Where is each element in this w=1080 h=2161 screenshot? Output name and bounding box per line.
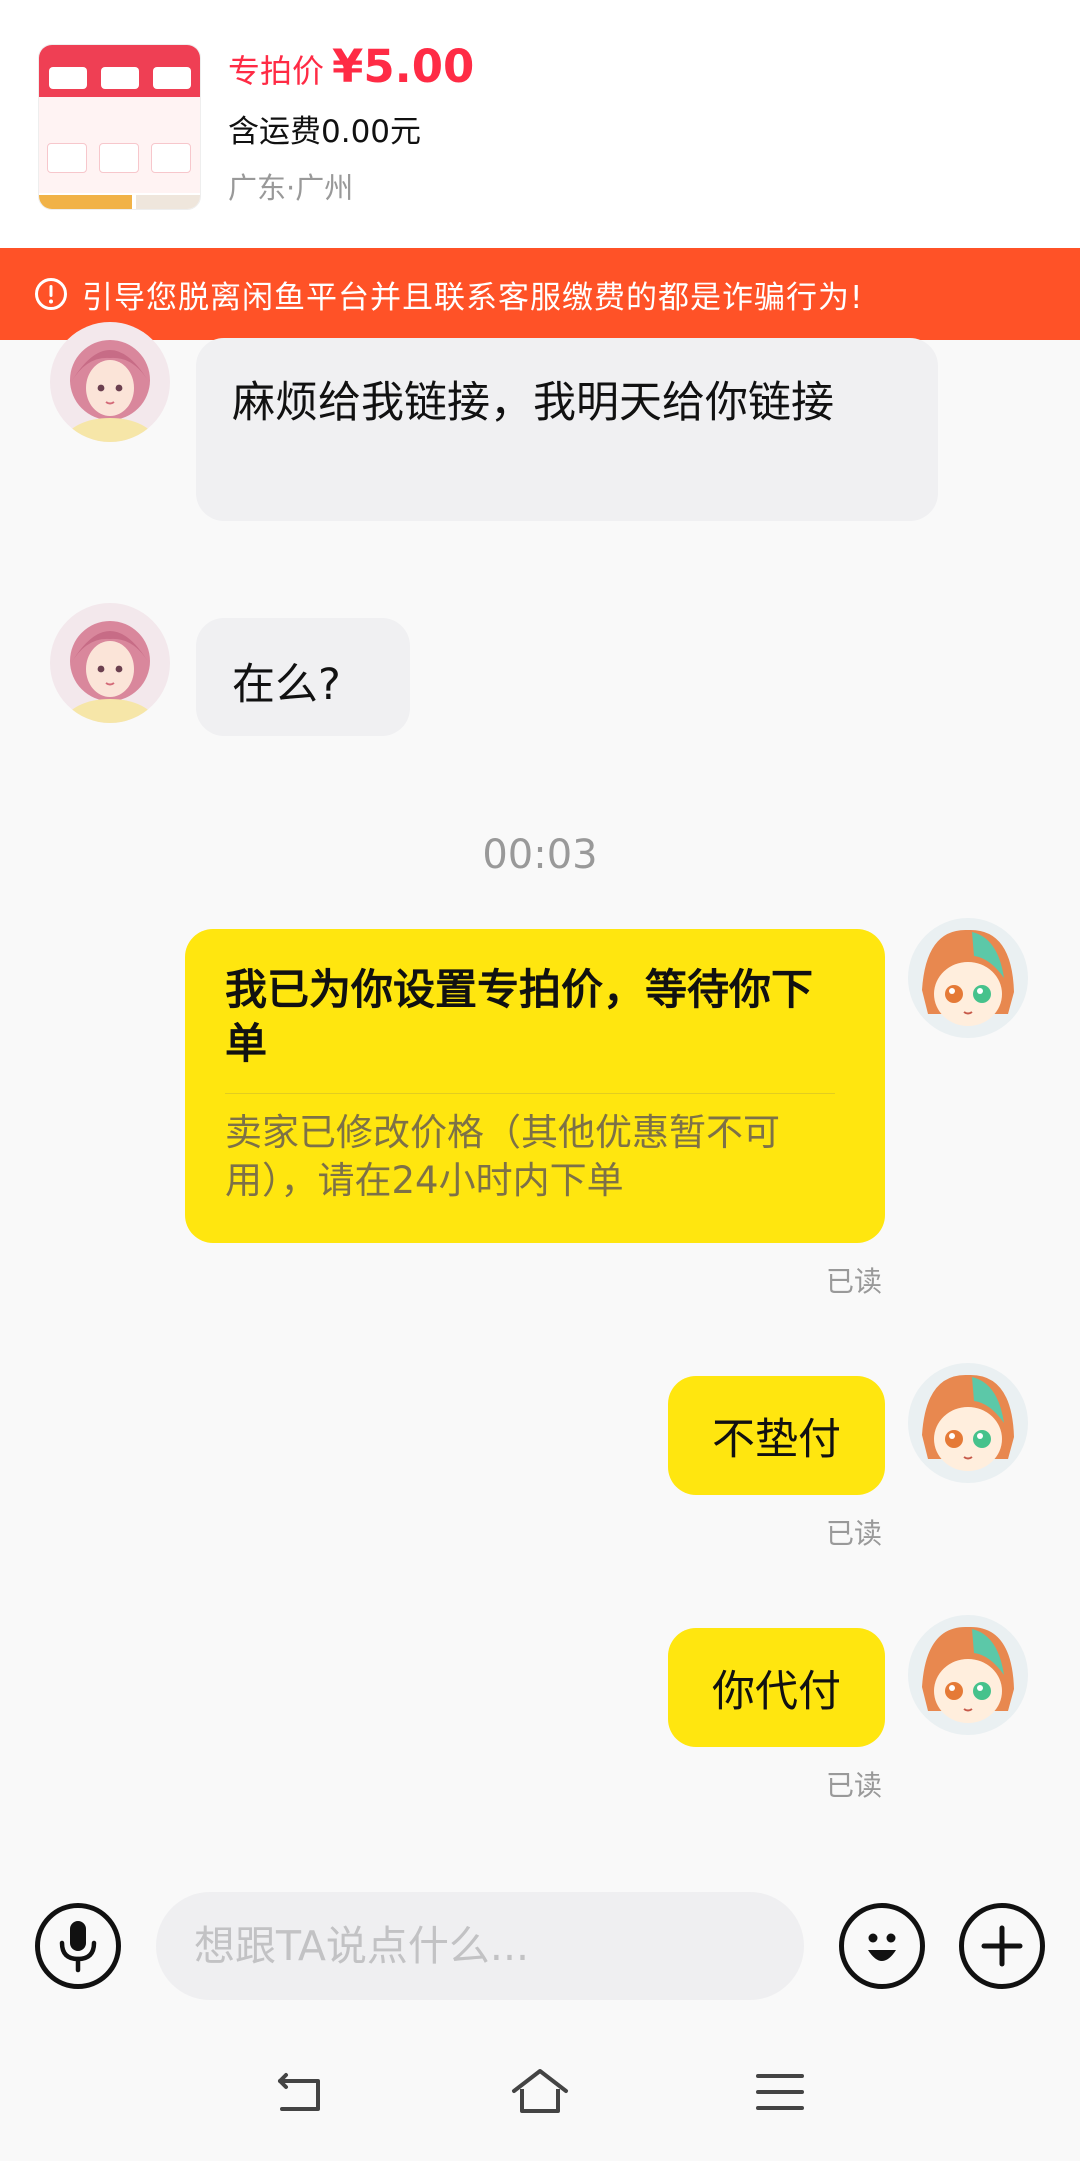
message-bubble[interactable]: 你代付 — [668, 1628, 885, 1747]
seller-avatar[interactable] — [908, 1363, 1028, 1483]
message-input-bar — [0, 1866, 1080, 2026]
back-icon — [278, 2073, 320, 2111]
price-card-message[interactable]: 我已为你设置专拍价，等待你下单 卖家已修改价格（其他优惠暂不可用），请在24小时… — [185, 929, 885, 1243]
location: 广东·广州 — [228, 171, 354, 205]
message-text: 不垫付 — [712, 1414, 841, 1465]
price-card-subtitle: 卖家已修改价格（其他优惠暂不可用），请在24小时内下单 — [225, 1111, 780, 1202]
alert-circle-icon — [35, 278, 67, 310]
message-text: 麻烦给我链接，我明天给你链接 — [232, 378, 834, 428]
buyer-avatar[interactable] — [50, 322, 170, 442]
emoji-button[interactable] — [839, 1903, 925, 1989]
voice-button[interactable] — [35, 1903, 121, 1989]
message-bubble[interactable]: 不垫付 — [668, 1376, 885, 1495]
emoji-icon — [868, 1933, 896, 1961]
system-nav-bar — [0, 2040, 1080, 2161]
nav-back-button[interactable] — [260, 2062, 340, 2122]
read-status: 已读 — [826, 1517, 883, 1550]
seller-avatar[interactable] — [908, 1615, 1028, 1735]
message-text: 你代付 — [712, 1666, 841, 1717]
home-icon — [512, 2069, 568, 2113]
warning-text: 引导您脱离闲鱼平台并且联系客服缴费的都是诈骗行为! — [82, 279, 864, 316]
nav-home-button[interactable] — [500, 2062, 580, 2122]
buyer-avatar[interactable] — [50, 603, 170, 723]
message-bubble[interactable]: 麻烦给我链接，我明天给你链接 — [196, 338, 938, 521]
plus-icon — [981, 1925, 1023, 1967]
price-card-title: 我已为你设置专拍价，等待你下单 — [225, 965, 814, 1068]
shipping-info: 含运费0.00元 — [228, 114, 422, 150]
scam-warning-banner: 引导您脱离闲鱼平台并且联系客服缴费的都是诈骗行为! — [0, 248, 1080, 340]
menu-icon — [756, 2074, 804, 2110]
microphone-icon — [59, 1921, 97, 1973]
price-value: ¥5.00 — [332, 40, 475, 93]
message-text: 在么? — [232, 660, 341, 710]
nav-menu-button[interactable] — [740, 2062, 820, 2122]
price-label: 专拍价 — [228, 52, 325, 90]
message-input[interactable] — [156, 1892, 804, 2000]
price-line: 专拍价 ¥5.00 — [228, 40, 474, 98]
seller-avatar[interactable] — [908, 918, 1028, 1038]
product-header[interactable]: 专拍价 ¥5.00 含运费0.00元 广东·广州 — [0, 0, 1080, 248]
plus-button[interactable] — [959, 1903, 1045, 1989]
product-thumbnail[interactable] — [38, 44, 201, 210]
message-bubble[interactable]: 在么? — [196, 618, 410, 736]
price-card-divider — [225, 1093, 835, 1094]
read-status: 已读 — [826, 1769, 883, 1802]
chat-timestamp: 00:03 — [482, 832, 598, 878]
read-status: 已读 — [826, 1265, 883, 1298]
